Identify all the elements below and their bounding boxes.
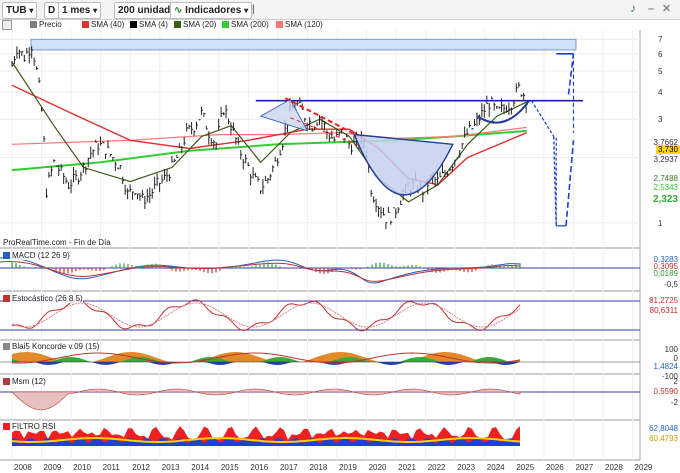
y-tick-label: 3 bbox=[658, 115, 663, 124]
x-tick-label: 2021 bbox=[398, 463, 416, 472]
rsi-panel bbox=[11, 426, 521, 446]
x-tick-label: 2010 bbox=[73, 463, 91, 472]
projection-up bbox=[567, 53, 575, 95]
x-axis-labels: 2008 2009 2010 2011 2012 2013 2014 2015 2016 2017… bbox=[14, 463, 653, 472]
projection-down bbox=[531, 100, 555, 137]
chart-drawings bbox=[255, 52, 583, 227]
x-tick-label: 2026 bbox=[546, 463, 564, 472]
momentum-title[interactable]: Msm (12) bbox=[3, 377, 46, 386]
x-tick-label: 2023 bbox=[457, 463, 475, 472]
sma-lines bbox=[11, 61, 527, 203]
projection-up bbox=[565, 140, 575, 226]
indicator-value-tag: 60,4793 bbox=[649, 434, 678, 443]
indicator-value-tag: 0,5590 bbox=[653, 387, 678, 396]
x-tick-label: 2009 bbox=[44, 463, 62, 472]
x-tick-label: 2020 bbox=[369, 463, 387, 472]
rsi-swatch bbox=[3, 423, 10, 430]
rsi-title[interactable]: FILTRO RSI bbox=[3, 422, 56, 431]
sma-line bbox=[11, 61, 527, 203]
indicator-value-tag: 81,2725 bbox=[649, 296, 678, 305]
price-value-tag: 2,323 bbox=[650, 194, 680, 205]
indicator-value-tag: 1,4824 bbox=[653, 362, 678, 371]
price-chart[interactable]: 1 2 3 4 5 6 7 2008 2009 2010 2011 2012 2013 2014 2015… bbox=[0, 0, 680, 473]
macd-title-text: MACD (12 26 9) bbox=[12, 251, 70, 260]
stoch-title-text: Estocástico (26 8 5) bbox=[12, 294, 83, 303]
koncorde-swatch bbox=[3, 343, 10, 350]
price-value-tag: 3,730 bbox=[655, 145, 680, 154]
x-tick-label: 2019 bbox=[339, 463, 357, 472]
momentum-title-text: Msm (12) bbox=[12, 377, 46, 386]
momentum-area bbox=[11, 388, 521, 411]
momentum-swatch bbox=[3, 378, 10, 385]
x-tick-label: 2014 bbox=[191, 463, 209, 472]
watermark: ProRealTime.com - Fin de Día bbox=[3, 238, 111, 247]
macd-title[interactable]: MACD (12 26 9) bbox=[3, 251, 70, 260]
x-tick-label: 2024 bbox=[487, 463, 505, 472]
indicator-value-tag: 2 bbox=[673, 377, 678, 386]
x-tick-label: 2011 bbox=[103, 463, 121, 472]
x-tick-label: 2029 bbox=[635, 463, 653, 472]
indicator-value-tag: -0,5 bbox=[664, 280, 678, 289]
x-tick-label: 2025 bbox=[516, 463, 534, 472]
y-tick-label: 5 bbox=[658, 67, 663, 76]
rsi-title-text: FILTRO RSI bbox=[12, 422, 56, 431]
indicator-value-tag: 0,0189 bbox=[653, 269, 678, 278]
x-tick-label: 2015 bbox=[221, 463, 239, 472]
x-tick-label: 2017 bbox=[280, 463, 298, 472]
x-tick-label: 2022 bbox=[428, 463, 446, 472]
koncorde-title[interactable]: Blai5 Koncorde v.09 (15) bbox=[3, 342, 100, 351]
x-tick-label: 2028 bbox=[605, 463, 623, 472]
indicator-value-tag: 100 bbox=[664, 345, 678, 354]
price-value-tag: 2,7488 bbox=[651, 174, 680, 183]
y-tick-label: 6 bbox=[658, 50, 663, 59]
price-value-tag: 3,2937 bbox=[651, 155, 680, 164]
price-value-tag: 2,5343 bbox=[651, 183, 680, 192]
macd-swatch bbox=[3, 252, 10, 259]
x-tick-label: 2013 bbox=[162, 463, 180, 472]
koncorde-title-text: Blai5 Koncorde v.09 (15) bbox=[12, 342, 100, 351]
y-tick-label: 7 bbox=[658, 35, 663, 44]
indicator-value-tag: 80,6311 bbox=[649, 306, 678, 315]
target-zone bbox=[30, 38, 577, 51]
cup-pattern bbox=[353, 133, 454, 196]
indicator-value-tag: -2 bbox=[670, 398, 678, 407]
y-tick-label: 4 bbox=[658, 88, 663, 97]
triangle-shape bbox=[259, 98, 309, 132]
stoch-title[interactable]: Estocástico (26 8 5) bbox=[3, 294, 83, 303]
x-tick-label: 2027 bbox=[575, 463, 593, 472]
koncorde-blue-area bbox=[12, 362, 520, 365]
x-tick-label: 2018 bbox=[310, 463, 328, 472]
y-tick-label: 1 bbox=[658, 219, 663, 228]
x-tick-label: 2016 bbox=[250, 463, 268, 472]
stoch-swatch bbox=[3, 295, 10, 302]
indicator-value-tag: 62,8048 bbox=[649, 424, 678, 433]
x-tick-label: 2008 bbox=[14, 463, 32, 472]
x-tick-label: 2012 bbox=[132, 463, 150, 472]
target-zone-box bbox=[30, 38, 577, 51]
